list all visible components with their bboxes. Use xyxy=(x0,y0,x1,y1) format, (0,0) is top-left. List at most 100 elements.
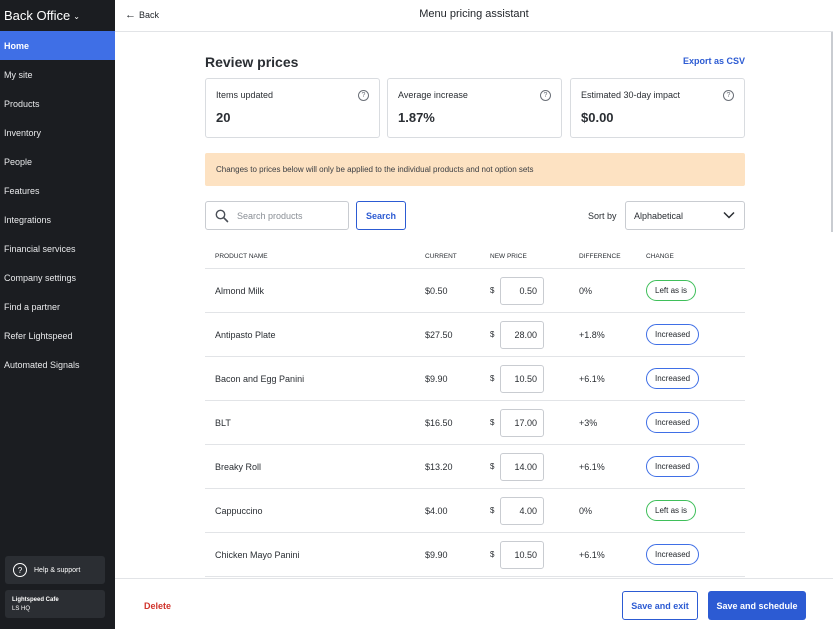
product-name: Antipasto Plate xyxy=(215,330,276,340)
current-price: $27.50 xyxy=(425,330,453,340)
sidebar-item-features[interactable]: Features xyxy=(0,176,115,205)
sidebar: Back Office ⌄ Home My site Products Invento… xyxy=(0,0,115,629)
product-name: Chicken Mayo Panini xyxy=(215,550,300,560)
sort-select[interactable]: Alphabetical xyxy=(625,201,745,230)
help-label: Help & support xyxy=(34,566,81,574)
question-icon[interactable]: ? xyxy=(358,90,369,101)
table-row: Breaky Roll $13.20 $ +6.1% Increased xyxy=(205,445,745,489)
stat-estimated-impact: Estimated 30-day impact $0.00 ? xyxy=(570,78,745,138)
sidebar-item-inventory[interactable]: Inventory xyxy=(0,118,115,147)
currency-symbol: $ xyxy=(490,330,495,339)
store-switcher[interactable]: Lightspeed Cafe LS HQ xyxy=(5,590,105,618)
change-badge: Left as is xyxy=(646,280,697,301)
new-price-input[interactable] xyxy=(500,409,544,437)
current-price: $0.50 xyxy=(425,286,448,296)
change-badge: Increased xyxy=(646,368,700,389)
header-current: Current xyxy=(425,253,457,260)
price-difference: +6.1% xyxy=(579,462,605,472)
sidebar-item-automated-signals[interactable]: Automated Signals xyxy=(0,350,115,379)
sort-selected-value: Alphabetical xyxy=(634,210,684,221)
new-price-input[interactable] xyxy=(500,497,544,525)
header-difference: Difference xyxy=(579,253,621,260)
change-badge: Increased xyxy=(646,456,700,477)
change-badge: Increased xyxy=(646,324,700,345)
new-price-input[interactable] xyxy=(500,321,544,349)
currency-symbol: $ xyxy=(490,462,495,471)
delete-button[interactable]: Delete xyxy=(144,601,171,611)
price-difference: +1.8% xyxy=(579,330,605,340)
currency-symbol: $ xyxy=(490,550,495,559)
stat-label: Items updated xyxy=(216,90,274,100)
header-new-price: New price xyxy=(490,253,527,260)
current-price: $13.20 xyxy=(425,462,453,472)
current-price: $9.90 xyxy=(425,550,448,560)
sidebar-item-find-a-partner[interactable]: Find a partner xyxy=(0,292,115,321)
stat-items-updated: Items updated 20 ? xyxy=(205,78,380,138)
stat-value: 1.87% xyxy=(398,110,435,125)
table-row: Cappuccino $4.00 $0% Left as is xyxy=(205,489,745,533)
header-product-name: Product name xyxy=(215,253,268,260)
search-input[interactable] xyxy=(237,210,337,221)
price-difference: +3% xyxy=(579,418,598,428)
currency-symbol: $ xyxy=(490,418,495,427)
store-location: LS HQ xyxy=(12,606,31,612)
sidebar-item-refer-lightspeed[interactable]: Refer Lightspeed xyxy=(0,321,115,350)
new-price-input[interactable] xyxy=(500,365,544,393)
header-change: Change xyxy=(646,253,674,260)
sidebar-item-home[interactable]: Home xyxy=(0,31,115,60)
change-badge: Increased xyxy=(646,544,700,565)
stat-label: Average increase xyxy=(398,90,468,100)
search-field[interactable] xyxy=(205,201,349,230)
table-row: Chicken Mayo Panini $9.90 $ +6.1% Increased xyxy=(205,533,745,577)
stat-value: 20 xyxy=(216,110,231,125)
table-row: BLT $16.50 $ +3% Increased xyxy=(205,401,745,445)
save-and-exit-button[interactable]: Save and exit xyxy=(622,591,698,620)
chevron-down-icon: ⌄ xyxy=(73,12,80,21)
new-price-input[interactable] xyxy=(500,277,544,305)
table-row: Antipasto Plate $27.50 $ +1.8% Increased xyxy=(205,313,745,357)
product-name: Breaky Roll xyxy=(215,462,262,472)
save-and-schedule-button[interactable]: Save and schedule xyxy=(708,591,806,620)
currency-symbol: $ xyxy=(490,286,495,295)
export-csv-link[interactable]: Export as CSV xyxy=(683,56,745,66)
sidebar-item-products[interactable]: Products xyxy=(0,89,115,118)
page-title: Menu pricing assistant xyxy=(419,8,529,20)
price-difference: 0% xyxy=(579,286,593,296)
notice-banner: Changes to prices below will only be app… xyxy=(205,153,745,186)
sidebar-item-people[interactable]: People xyxy=(0,147,115,176)
main-content: Review prices Export as CSV Items update… xyxy=(115,32,833,578)
question-icon[interactable]: ? xyxy=(540,90,551,101)
change-badge: Increased xyxy=(646,412,700,433)
change-badge: Left as is xyxy=(646,500,697,521)
brand-menu[interactable]: Back Office ⌄ xyxy=(0,0,115,31)
help-support-button[interactable]: ? Help & support xyxy=(5,556,105,584)
store-name: Lightspeed Cafe xyxy=(12,597,59,603)
current-price: $16.50 xyxy=(425,418,453,428)
stat-label: Estimated 30-day impact xyxy=(581,90,681,100)
question-icon[interactable]: ? xyxy=(723,90,734,101)
price-table: Product name Current New price Differenc… xyxy=(205,244,745,577)
product-name: BLT xyxy=(215,418,231,428)
new-price-input[interactable] xyxy=(500,453,544,481)
product-name: Cappuccino xyxy=(215,506,263,516)
sidebar-item-my-site[interactable]: My site xyxy=(0,60,115,89)
top-bar: ← Back Menu pricing assistant xyxy=(115,0,833,32)
table-row: Bacon and Egg Panini $9.90 $ +6.1% Increased xyxy=(205,357,745,401)
brand-label: Back Office xyxy=(4,8,71,23)
sidebar-item-integrations[interactable]: Integrations xyxy=(0,205,115,234)
sidebar-item-company-settings[interactable]: Company settings xyxy=(0,263,115,292)
chevron-down-icon xyxy=(723,211,735,221)
current-price: $4.00 xyxy=(425,506,448,516)
currency-symbol: $ xyxy=(490,506,495,515)
stat-average-increase: Average increase 1.87% ? xyxy=(387,78,562,138)
search-icon xyxy=(215,209,229,223)
new-price-input[interactable] xyxy=(500,541,544,569)
price-difference: 0% xyxy=(579,506,593,516)
footer-bar: Delete Save and exit Save and schedule xyxy=(115,578,833,629)
current-price: $9.90 xyxy=(425,374,448,384)
table-header: Product name Current New price Differenc… xyxy=(205,244,745,269)
product-name: Bacon and Egg Panini xyxy=(215,374,305,384)
section-title: Review prices xyxy=(205,54,299,70)
search-button[interactable]: Search xyxy=(356,201,406,230)
sidebar-item-financial-services[interactable]: Financial services xyxy=(0,234,115,263)
